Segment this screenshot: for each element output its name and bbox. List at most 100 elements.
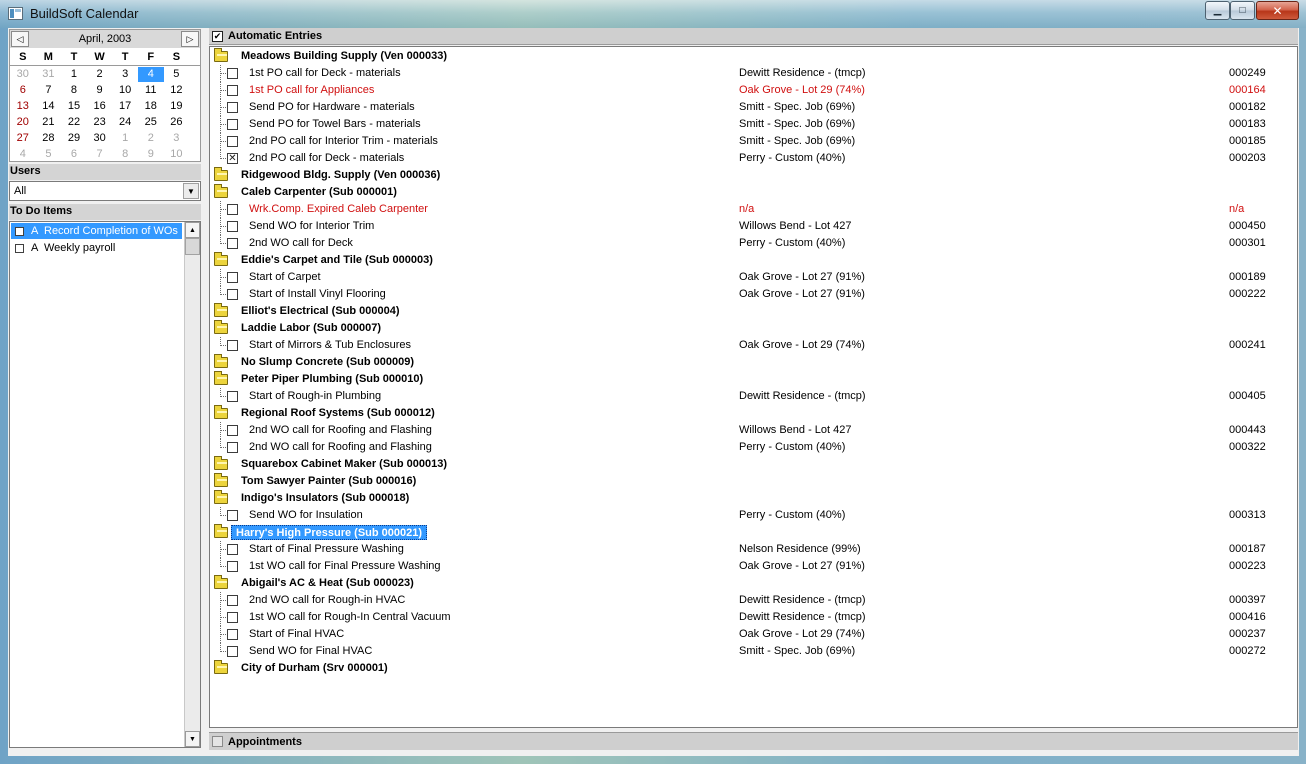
task-checkbox[interactable] bbox=[227, 340, 238, 351]
task-checkbox[interactable] bbox=[227, 510, 238, 521]
calendar-day[interactable]: 18 bbox=[138, 99, 164, 114]
task-checkbox[interactable] bbox=[227, 85, 238, 96]
group-label[interactable]: No Slump Concrete (Sub 000009) bbox=[239, 355, 416, 370]
task-row[interactable]: 2nd WO call for Rough-in HVAC Dewitt Resi… bbox=[210, 592, 1297, 609]
title-bar[interactable]: BuildSoft Calendar ▁ □ ✕ bbox=[0, 0, 1306, 28]
group-label[interactable]: Peter Piper Plumbing (Sub 000010) bbox=[239, 372, 425, 387]
task-row[interactable]: Send WO for Final HVAC Smitt - Spec. Job … bbox=[210, 643, 1297, 660]
task-checkbox[interactable] bbox=[227, 442, 238, 453]
task-checkbox[interactable] bbox=[227, 646, 238, 657]
task-checkbox[interactable] bbox=[227, 272, 238, 283]
calendar-day[interactable]: 2 bbox=[87, 67, 113, 82]
calendar-day[interactable]: 12 bbox=[164, 83, 190, 98]
calendar-day[interactable]: 7 bbox=[87, 147, 113, 162]
calendar-day[interactable]: 4 bbox=[10, 147, 36, 162]
calendar-day[interactable]: 19 bbox=[164, 99, 190, 114]
calendar-day[interactable]: 6 bbox=[10, 83, 36, 98]
task-row[interactable]: ✕ 2nd PO call for Deck - materials Perry -… bbox=[210, 150, 1297, 167]
calendar-day[interactable]: 25 bbox=[138, 115, 164, 130]
calendar-day[interactable]: 5 bbox=[164, 67, 190, 82]
automatic-entries-header[interactable]: ✔ Automatic Entries bbox=[209, 28, 1298, 45]
task-checkbox[interactable] bbox=[227, 204, 238, 215]
group-label[interactable]: Regional Roof Systems (Sub 000012) bbox=[239, 406, 437, 421]
calendar-day[interactable]: 16 bbox=[87, 99, 113, 114]
group-row[interactable]: Regional Roof Systems (Sub 000012) bbox=[210, 405, 1297, 422]
calendar-day[interactable]: 20 bbox=[10, 115, 36, 130]
calendar-day[interactable]: 9 bbox=[138, 147, 164, 162]
task-checkbox[interactable] bbox=[227, 595, 238, 606]
calendar-day[interactable]: 1 bbox=[61, 67, 87, 82]
calendar-day[interactable]: 7 bbox=[36, 83, 62, 98]
task-row[interactable]: 1st PO call for Appliances Oak Grove - Lo… bbox=[210, 82, 1297, 99]
group-label[interactable]: Meadows Building Supply (Ven 000033) bbox=[239, 49, 449, 64]
group-row[interactable]: City of Durham (Srv 000001) bbox=[210, 660, 1297, 677]
todo-checkbox[interactable] bbox=[15, 244, 24, 253]
task-row[interactable]: Start of Mirrors & Tub Enclosures Oak Gro… bbox=[210, 337, 1297, 354]
task-checkbox[interactable] bbox=[227, 629, 238, 640]
calendar-day[interactable]: 28 bbox=[36, 131, 62, 146]
calendar-day[interactable]: 6 bbox=[61, 147, 87, 162]
task-row[interactable]: Start of Carpet Oak Grove - Lot 27 (91%) 0… bbox=[210, 269, 1297, 286]
group-label[interactable]: Squarebox Cabinet Maker (Sub 000013) bbox=[239, 457, 449, 472]
task-checkbox[interactable] bbox=[227, 102, 238, 113]
calendar-day[interactable]: 3 bbox=[112, 67, 138, 82]
group-label[interactable]: Abigail's AC & Heat (Sub 000023) bbox=[239, 576, 416, 591]
task-checkbox[interactable] bbox=[227, 238, 238, 249]
calendar-day[interactable]: 30 bbox=[10, 67, 36, 82]
minimize-button[interactable]: ▁ bbox=[1205, 1, 1230, 20]
group-row[interactable]: Elliot's Electrical (Sub 000004) bbox=[210, 303, 1297, 320]
appointments-checkbox[interactable] bbox=[212, 736, 223, 747]
calendar-day[interactable]: 5 bbox=[36, 147, 62, 162]
group-label[interactable]: Ridgewood Bldg. Supply (Ven 000036) bbox=[239, 168, 442, 183]
task-row[interactable]: 2nd WO call for Deck Perry - Custom (40%)… bbox=[210, 235, 1297, 252]
task-row[interactable]: Start of Rough-in Plumbing Dewitt Residen… bbox=[210, 388, 1297, 405]
group-row[interactable]: Tom Sawyer Painter (Sub 000016) bbox=[210, 473, 1297, 490]
group-row[interactable]: Harry's High Pressure (Sub 000021) bbox=[210, 524, 1297, 541]
group-row[interactable]: Abigail's AC & Heat (Sub 000023) bbox=[210, 575, 1297, 592]
task-row[interactable]: Send WO for Interior Trim Willows Bend - … bbox=[210, 218, 1297, 235]
group-label[interactable]: Tom Sawyer Painter (Sub 000016) bbox=[239, 474, 418, 489]
automatic-entries-checkbox[interactable]: ✔ bbox=[212, 31, 223, 42]
appointments-header[interactable]: Appointments bbox=[209, 732, 1298, 750]
calendar-day[interactable]: 21 bbox=[36, 115, 62, 130]
calendar-day[interactable]: 10 bbox=[164, 147, 190, 162]
calendar-day[interactable]: 3 bbox=[164, 131, 190, 146]
calendar-day[interactable]: 1 bbox=[112, 131, 138, 146]
task-checkbox[interactable] bbox=[227, 425, 238, 436]
scroll-thumb[interactable] bbox=[185, 238, 200, 255]
task-checkbox[interactable] bbox=[227, 391, 238, 402]
group-row[interactable]: No Slump Concrete (Sub 000009) bbox=[210, 354, 1297, 371]
group-row[interactable]: Caleb Carpenter (Sub 000001) bbox=[210, 184, 1297, 201]
group-row[interactable]: Laddie Labor (Sub 000007) bbox=[210, 320, 1297, 337]
scroll-up-button[interactable]: ▲ bbox=[185, 222, 200, 238]
calendar-day[interactable]: 31 bbox=[36, 67, 62, 82]
calendar-day[interactable]: 11 bbox=[138, 83, 164, 98]
calendar-day[interactable]: 17 bbox=[112, 99, 138, 114]
task-row[interactable]: 1st PO call for Deck - materials Dewitt R… bbox=[210, 65, 1297, 82]
task-row[interactable]: 1st WO call for Final Pressure Washing Oa… bbox=[210, 558, 1297, 575]
todo-item[interactable]: A Weekly payroll bbox=[11, 240, 182, 256]
dropdown-arrow-icon[interactable]: ▼ bbox=[183, 183, 199, 199]
prev-month-button[interactable]: ◁ bbox=[11, 31, 29, 47]
calendar-day[interactable]: 24 bbox=[112, 115, 138, 130]
calendar-day[interactable]: 4 bbox=[137, 67, 164, 82]
calendar-day[interactable]: 22 bbox=[61, 115, 87, 130]
group-row[interactable]: Meadows Building Supply (Ven 000033) bbox=[210, 48, 1297, 65]
group-row[interactable]: Squarebox Cabinet Maker (Sub 000013) bbox=[210, 456, 1297, 473]
calendar-day[interactable]: 27 bbox=[10, 131, 36, 146]
calendar-day[interactable]: 29 bbox=[61, 131, 87, 146]
group-row[interactable]: Ridgewood Bldg. Supply (Ven 000036) bbox=[210, 167, 1297, 184]
close-button[interactable]: ✕ bbox=[1256, 1, 1299, 20]
task-checkbox[interactable] bbox=[227, 612, 238, 623]
group-label[interactable]: Indigo's Insulators (Sub 000018) bbox=[239, 491, 411, 506]
maximize-button[interactable]: □ bbox=[1230, 1, 1255, 20]
task-row[interactable]: Send PO for Towel Bars - materials Smitt … bbox=[210, 116, 1297, 133]
task-checkbox[interactable] bbox=[227, 544, 238, 555]
calendar-day[interactable]: 26 bbox=[164, 115, 190, 130]
todo-item[interactable]: A Record Completion of WOs bbox=[11, 223, 182, 239]
group-row[interactable]: Peter Piper Plumbing (Sub 000010) bbox=[210, 371, 1297, 388]
task-row[interactable]: Start of Final Pressure Washing Nelson Re… bbox=[210, 541, 1297, 558]
todo-scrollbar[interactable]: ▲ ▼ bbox=[184, 222, 200, 747]
task-row[interactable]: Start of Final HVAC Oak Grove - Lot 29 (7… bbox=[210, 626, 1297, 643]
group-label[interactable]: Laddie Labor (Sub 000007) bbox=[239, 321, 383, 336]
